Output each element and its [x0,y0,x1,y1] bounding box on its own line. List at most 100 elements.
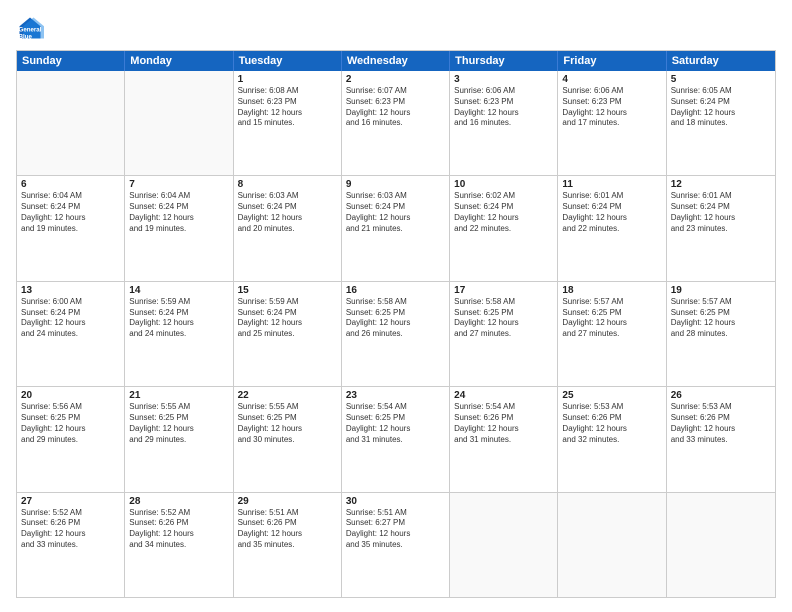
day-number: 22 [238,390,337,401]
cell-info: Sunrise: 6:04 AM Sunset: 6:24 PM Dayligh… [21,191,120,234]
page: General Blue SundayMondayTuesdayWednesda… [0,0,792,612]
cal-cell: 28Sunrise: 5:52 AM Sunset: 6:26 PM Dayli… [125,493,233,597]
day-number: 5 [671,74,771,85]
day-number: 9 [346,179,445,190]
cell-info: Sunrise: 5:52 AM Sunset: 6:26 PM Dayligh… [129,508,228,551]
day-number: 10 [454,179,553,190]
day-number: 28 [129,496,228,507]
cell-info: Sunrise: 5:59 AM Sunset: 6:24 PM Dayligh… [238,297,337,340]
cal-cell: 3Sunrise: 6:06 AM Sunset: 6:23 PM Daylig… [450,71,558,175]
cal-cell: 29Sunrise: 5:51 AM Sunset: 6:26 PM Dayli… [234,493,342,597]
cal-cell: 18Sunrise: 5:57 AM Sunset: 6:25 PM Dayli… [558,282,666,386]
cal-cell: 1Sunrise: 6:08 AM Sunset: 6:23 PM Daylig… [234,71,342,175]
cell-info: Sunrise: 5:56 AM Sunset: 6:25 PM Dayligh… [21,402,120,445]
cal-cell: 14Sunrise: 5:59 AM Sunset: 6:24 PM Dayli… [125,282,233,386]
svg-text:General: General [19,27,42,34]
day-header-sunday: Sunday [17,51,125,71]
cal-cell: 15Sunrise: 5:59 AM Sunset: 6:24 PM Dayli… [234,282,342,386]
day-number: 4 [562,74,661,85]
cal-cell: 23Sunrise: 5:54 AM Sunset: 6:25 PM Dayli… [342,387,450,491]
cell-info: Sunrise: 5:55 AM Sunset: 6:25 PM Dayligh… [129,402,228,445]
cell-info: Sunrise: 6:03 AM Sunset: 6:24 PM Dayligh… [346,191,445,234]
day-number: 18 [562,285,661,296]
day-number: 3 [454,74,553,85]
cell-info: Sunrise: 5:58 AM Sunset: 6:25 PM Dayligh… [346,297,445,340]
cal-cell: 8Sunrise: 6:03 AM Sunset: 6:24 PM Daylig… [234,176,342,280]
cal-cell: 25Sunrise: 5:53 AM Sunset: 6:26 PM Dayli… [558,387,666,491]
cal-cell: 16Sunrise: 5:58 AM Sunset: 6:25 PM Dayli… [342,282,450,386]
cal-cell: 20Sunrise: 5:56 AM Sunset: 6:25 PM Dayli… [17,387,125,491]
week-row-2: 13Sunrise: 6:00 AM Sunset: 6:24 PM Dayli… [17,281,775,386]
cal-cell: 7Sunrise: 6:04 AM Sunset: 6:24 PM Daylig… [125,176,233,280]
day-number: 13 [21,285,120,296]
week-row-4: 27Sunrise: 5:52 AM Sunset: 6:26 PM Dayli… [17,492,775,597]
cell-info: Sunrise: 5:54 AM Sunset: 6:25 PM Dayligh… [346,402,445,445]
cal-cell: 27Sunrise: 5:52 AM Sunset: 6:26 PM Dayli… [17,493,125,597]
cell-info: Sunrise: 5:51 AM Sunset: 6:27 PM Dayligh… [346,508,445,551]
day-number: 6 [21,179,120,190]
day-number: 17 [454,285,553,296]
cal-cell: 5Sunrise: 6:05 AM Sunset: 6:24 PM Daylig… [667,71,775,175]
cal-cell: 2Sunrise: 6:07 AM Sunset: 6:23 PM Daylig… [342,71,450,175]
cell-info: Sunrise: 6:03 AM Sunset: 6:24 PM Dayligh… [238,191,337,234]
day-number: 7 [129,179,228,190]
calendar-body: 1Sunrise: 6:08 AM Sunset: 6:23 PM Daylig… [17,71,775,597]
cal-cell [558,493,666,597]
header: General Blue [16,14,776,42]
logo-icon: General Blue [16,14,44,42]
day-header-thursday: Thursday [450,51,558,71]
cell-info: Sunrise: 5:57 AM Sunset: 6:25 PM Dayligh… [671,297,771,340]
cal-cell: 6Sunrise: 6:04 AM Sunset: 6:24 PM Daylig… [17,176,125,280]
day-number: 23 [346,390,445,401]
cell-info: Sunrise: 6:05 AM Sunset: 6:24 PM Dayligh… [671,86,771,129]
cal-cell: 17Sunrise: 5:58 AM Sunset: 6:25 PM Dayli… [450,282,558,386]
day-number: 2 [346,74,445,85]
day-header-saturday: Saturday [667,51,775,71]
day-header-wednesday: Wednesday [342,51,450,71]
cal-cell: 4Sunrise: 6:06 AM Sunset: 6:23 PM Daylig… [558,71,666,175]
day-number: 29 [238,496,337,507]
cell-info: Sunrise: 5:51 AM Sunset: 6:26 PM Dayligh… [238,508,337,551]
day-number: 12 [671,179,771,190]
day-number: 27 [21,496,120,507]
week-row-3: 20Sunrise: 5:56 AM Sunset: 6:25 PM Dayli… [17,386,775,491]
cell-info: Sunrise: 6:02 AM Sunset: 6:24 PM Dayligh… [454,191,553,234]
day-number: 15 [238,285,337,296]
cal-cell: 9Sunrise: 6:03 AM Sunset: 6:24 PM Daylig… [342,176,450,280]
day-number: 26 [671,390,771,401]
day-number: 11 [562,179,661,190]
day-number: 16 [346,285,445,296]
cal-cell: 19Sunrise: 5:57 AM Sunset: 6:25 PM Dayli… [667,282,775,386]
day-header-tuesday: Tuesday [234,51,342,71]
cal-cell: 24Sunrise: 5:54 AM Sunset: 6:26 PM Dayli… [450,387,558,491]
cell-info: Sunrise: 5:53 AM Sunset: 6:26 PM Dayligh… [562,402,661,445]
cell-info: Sunrise: 5:52 AM Sunset: 6:26 PM Dayligh… [21,508,120,551]
calendar: SundayMondayTuesdayWednesdayThursdayFrid… [16,50,776,598]
day-number: 24 [454,390,553,401]
cal-cell: 26Sunrise: 5:53 AM Sunset: 6:26 PM Dayli… [667,387,775,491]
cal-cell: 21Sunrise: 5:55 AM Sunset: 6:25 PM Dayli… [125,387,233,491]
day-header-friday: Friday [558,51,666,71]
logo: General Blue [16,14,48,42]
day-number: 8 [238,179,337,190]
cell-info: Sunrise: 5:55 AM Sunset: 6:25 PM Dayligh… [238,402,337,445]
day-number: 19 [671,285,771,296]
cal-cell: 11Sunrise: 6:01 AM Sunset: 6:24 PM Dayli… [558,176,666,280]
day-number: 21 [129,390,228,401]
day-number: 25 [562,390,661,401]
cell-info: Sunrise: 5:59 AM Sunset: 6:24 PM Dayligh… [129,297,228,340]
cell-info: Sunrise: 6:08 AM Sunset: 6:23 PM Dayligh… [238,86,337,129]
cal-cell: 22Sunrise: 5:55 AM Sunset: 6:25 PM Dayli… [234,387,342,491]
day-number: 1 [238,74,337,85]
cell-info: Sunrise: 6:01 AM Sunset: 6:24 PM Dayligh… [671,191,771,234]
cal-cell: 10Sunrise: 6:02 AM Sunset: 6:24 PM Dayli… [450,176,558,280]
cal-cell: 13Sunrise: 6:00 AM Sunset: 6:24 PM Dayli… [17,282,125,386]
cell-info: Sunrise: 5:54 AM Sunset: 6:26 PM Dayligh… [454,402,553,445]
cell-info: Sunrise: 5:58 AM Sunset: 6:25 PM Dayligh… [454,297,553,340]
week-row-1: 6Sunrise: 6:04 AM Sunset: 6:24 PM Daylig… [17,175,775,280]
day-number: 20 [21,390,120,401]
cal-cell: 12Sunrise: 6:01 AM Sunset: 6:24 PM Dayli… [667,176,775,280]
day-number: 14 [129,285,228,296]
cell-info: Sunrise: 5:53 AM Sunset: 6:26 PM Dayligh… [671,402,771,445]
cell-info: Sunrise: 5:57 AM Sunset: 6:25 PM Dayligh… [562,297,661,340]
